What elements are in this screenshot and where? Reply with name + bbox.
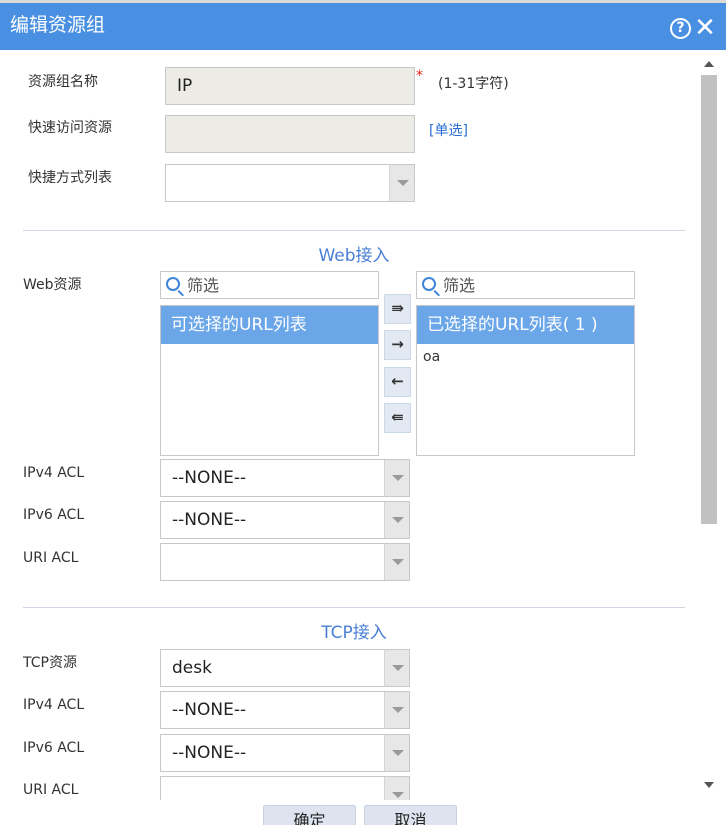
tcp-uri-acl-label: URI ACL bbox=[23, 782, 79, 798]
group-name-input[interactable]: IP bbox=[165, 67, 415, 105]
tcp-resource-value: desk bbox=[172, 658, 212, 678]
tcp-resource-select[interactable]: desk bbox=[160, 649, 410, 687]
list-item[interactable]: oa bbox=[423, 349, 440, 365]
dialog-title: 编辑资源组 bbox=[10, 14, 106, 36]
tcp-ipv6-acl-select[interactable]: --NONE-- bbox=[160, 734, 410, 772]
tcp-resource-label: TCP资源 bbox=[23, 655, 77, 671]
chevron-down-icon[interactable] bbox=[384, 777, 409, 800]
selected-url-list-header: 已选择的URL列表( 1 ) bbox=[417, 306, 634, 344]
tcp-ipv4-acl-label: IPv4 ACL bbox=[23, 697, 85, 713]
top-strip bbox=[0, 0, 726, 3]
selected-url-list[interactable]: 已选择的URL列表( 1 ) oa bbox=[416, 305, 635, 456]
web-ipv4-acl-select[interactable]: --NONE-- bbox=[160, 459, 410, 497]
shortcut-list-select[interactable] bbox=[165, 164, 415, 202]
tcp-ipv4-acl-select[interactable]: --NONE-- bbox=[160, 691, 410, 729]
dialog-title-bar: 编辑资源组 ? ✕ bbox=[0, 0, 726, 50]
chevron-down-icon[interactable] bbox=[384, 544, 409, 580]
tcp-ipv4-acl-value: --NONE-- bbox=[172, 700, 247, 720]
group-name-hint: (1-31字符) bbox=[438, 76, 509, 92]
chevron-down-icon[interactable] bbox=[384, 735, 409, 771]
tcp-uri-acl-select[interactable] bbox=[160, 776, 410, 800]
quick-access-label: 快速访问资源 bbox=[28, 120, 112, 136]
vertical-scrollbar[interactable] bbox=[700, 57, 718, 794]
section-divider bbox=[23, 230, 685, 231]
scroll-down-icon[interactable] bbox=[704, 782, 714, 788]
search-icon bbox=[422, 277, 436, 291]
available-url-list-header: 可选择的URL列表 bbox=[161, 306, 378, 344]
tcp-section-title: TCP接入 bbox=[321, 623, 387, 643]
web-ipv6-acl-label: IPv6 ACL bbox=[23, 507, 85, 523]
move-all-left-button[interactable]: ⇚ bbox=[384, 403, 411, 433]
move-right-button[interactable]: → bbox=[384, 330, 411, 360]
ok-button[interactable]: 确定 bbox=[263, 805, 356, 825]
web-ipv6-acl-select[interactable]: --NONE-- bbox=[160, 501, 410, 539]
move-left-button[interactable]: ← bbox=[384, 367, 411, 397]
dialog-body: 资源组名称 IP * (1-31字符) 快速访问资源 [单选] 快捷方式列表 W… bbox=[0, 50, 700, 800]
available-filter-input[interactable] bbox=[187, 274, 367, 296]
search-icon bbox=[166, 277, 180, 291]
quick-access-input[interactable] bbox=[165, 115, 415, 153]
available-filter[interactable] bbox=[160, 271, 379, 299]
web-section-title: Web接入 bbox=[318, 246, 390, 266]
chevron-down-icon[interactable] bbox=[384, 460, 409, 496]
selected-filter-input[interactable] bbox=[443, 274, 623, 296]
tcp-ipv6-acl-value: --NONE-- bbox=[172, 743, 247, 763]
web-ipv4-acl-label: IPv4 ACL bbox=[23, 465, 85, 481]
required-mark: * bbox=[416, 68, 423, 84]
chevron-down-icon[interactable] bbox=[384, 502, 409, 538]
web-ipv4-acl-value: --NONE-- bbox=[172, 468, 247, 488]
group-name-label: 资源组名称 bbox=[28, 74, 98, 90]
chevron-down-icon[interactable] bbox=[384, 650, 409, 686]
selected-filter[interactable] bbox=[416, 271, 635, 299]
web-resource-label: Web资源 bbox=[23, 277, 82, 293]
move-all-right-button[interactable]: ⇛ bbox=[384, 294, 411, 324]
help-icon[interactable]: ? bbox=[670, 18, 691, 39]
web-uri-acl-select[interactable] bbox=[160, 543, 410, 581]
scroll-up-icon[interactable] bbox=[704, 61, 714, 67]
available-url-list[interactable]: 可选择的URL列表 bbox=[160, 305, 379, 456]
chevron-down-icon[interactable] bbox=[384, 692, 409, 728]
cancel-button[interactable]: 取消 bbox=[364, 805, 457, 825]
close-icon[interactable]: ✕ bbox=[694, 15, 716, 41]
scrollbar-thumb[interactable] bbox=[701, 75, 717, 524]
chevron-down-icon[interactable] bbox=[389, 165, 414, 201]
section-divider bbox=[23, 607, 685, 608]
single-select-link[interactable]: [单选] bbox=[429, 120, 468, 140]
shortcut-list-label: 快捷方式列表 bbox=[28, 170, 112, 186]
tcp-ipv6-acl-label: IPv6 ACL bbox=[23, 740, 85, 756]
web-uri-acl-label: URI ACL bbox=[23, 550, 79, 566]
web-ipv6-acl-value: --NONE-- bbox=[172, 510, 247, 530]
